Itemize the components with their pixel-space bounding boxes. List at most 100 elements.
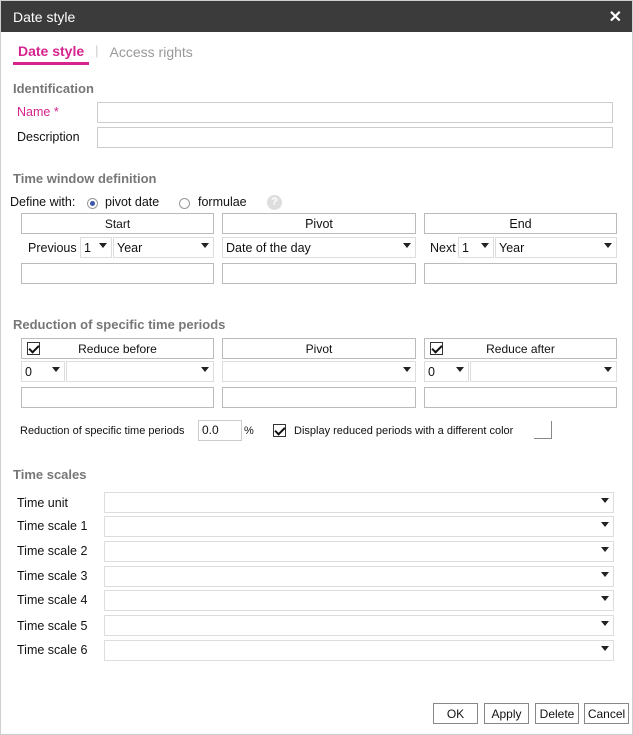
identification-heading: Identification — [13, 81, 94, 96]
pivot-select[interactable]: Date of the day — [222, 237, 416, 258]
time-scale-2-label: Time scale 2 — [17, 544, 88, 558]
before-count-select[interactable]: 0 — [21, 361, 65, 382]
reduce-after-header: Reduce after — [424, 338, 617, 359]
pivot-date-label: pivot date — [105, 195, 160, 209]
time-scale-3-label: Time scale 3 — [17, 569, 88, 583]
time-scale-6-select[interactable] — [104, 640, 614, 661]
reduce-before-formula-input[interactable] — [21, 387, 214, 408]
chevron-down-icon — [456, 367, 464, 372]
time-scale-2-select[interactable] — [104, 541, 614, 562]
description-label: Description — [17, 130, 80, 144]
reduction-heading: Reduction of specific time periods — [13, 317, 226, 332]
reduction-pivot-formula-input[interactable] — [222, 387, 416, 408]
chevron-down-icon — [601, 498, 609, 503]
reduction-pivot-header: Pivot — [222, 338, 416, 359]
chevron-down-icon — [52, 367, 60, 372]
color-picker[interactable] — [534, 421, 552, 439]
radio-formulae[interactable] — [179, 196, 190, 210]
time-unit-select[interactable] — [104, 492, 614, 513]
end-unit-value: Year — [499, 240, 525, 255]
name-label: Name * — [17, 105, 59, 119]
start-count-value: 1 — [84, 240, 91, 255]
after-count-value: 0 — [428, 364, 435, 379]
start-count-select[interactable]: 1 — [80, 237, 112, 258]
chevron-down-icon — [604, 243, 612, 248]
after-unit-select[interactable] — [470, 361, 617, 382]
chevron-down-icon — [601, 547, 609, 552]
date-style-dialog: Date style ✕ Date style | Access rights … — [0, 0, 633, 735]
chevron-down-icon — [403, 243, 411, 248]
before-count-value: 0 — [25, 364, 32, 379]
define-with-label: Define with: — [10, 195, 76, 209]
radio-icon[interactable] — [179, 198, 190, 210]
pivot-formula-input[interactable] — [222, 263, 416, 284]
after-count-select[interactable]: 0 — [424, 361, 469, 382]
start-unit-value: Year — [117, 240, 143, 255]
chevron-down-icon — [99, 243, 107, 248]
start-unit-select[interactable]: Year — [113, 237, 214, 258]
close-icon[interactable]: ✕ — [609, 7, 622, 27]
reduce-before-checkbox[interactable] — [27, 342, 40, 355]
chevron-down-icon — [403, 367, 411, 372]
radio-icon[interactable] — [87, 198, 98, 210]
display-reduced-checkbox[interactable] — [273, 424, 286, 437]
formulae-label: formulae — [198, 195, 247, 209]
end-count-select[interactable]: 1 — [458, 237, 494, 258]
tab-bar: Date style | Access rights — [1, 32, 632, 65]
tab-access-rights[interactable]: Access rights — [105, 44, 198, 65]
chevron-down-icon — [601, 646, 609, 651]
time-unit-label: Time unit — [17, 496, 68, 510]
reduce-before-header: Reduce before — [21, 338, 214, 359]
reduction-percent-label: Reduction of specific time periods — [20, 425, 185, 437]
start-prefix: Previous — [28, 241, 77, 255]
chevron-down-icon — [601, 621, 609, 626]
reduction-percent-input[interactable]: 0.0 — [198, 420, 242, 441]
reduction-pivot-select[interactable] — [222, 361, 416, 382]
chevron-down-icon — [601, 596, 609, 601]
tab-separator: | — [95, 43, 99, 58]
reduce-after-formula-input[interactable] — [424, 387, 617, 408]
title-bar: Date style ✕ — [1, 1, 632, 32]
radio-pivot-date[interactable] — [87, 196, 98, 210]
chevron-down-icon — [601, 572, 609, 577]
end-unit-select[interactable]: Year — [495, 237, 617, 258]
chevron-down-icon — [201, 367, 209, 372]
before-unit-select[interactable] — [66, 361, 214, 382]
chevron-down-icon — [201, 243, 209, 248]
time-scale-6-label: Time scale 6 — [17, 643, 88, 657]
description-input[interactable] — [97, 127, 613, 148]
delete-button[interactable]: Delete — [535, 703, 579, 724]
time-scale-1-label: Time scale 1 — [17, 519, 88, 533]
time-scale-3-select[interactable] — [104, 566, 614, 587]
pivot-value: Date of the day — [226, 240, 311, 255]
ok-button[interactable]: OK — [433, 703, 478, 724]
time-scale-5-label: Time scale 5 — [17, 619, 88, 633]
end-prefix: Next — [430, 241, 456, 255]
chevron-down-icon — [604, 367, 612, 372]
cancel-button[interactable]: Cancel — [584, 703, 629, 724]
display-reduced-label: Display reduced periods with a different… — [294, 425, 514, 437]
chevron-down-icon — [601, 522, 609, 527]
time-scale-4-select[interactable] — [104, 590, 614, 611]
time-window-heading: Time window definition — [13, 171, 157, 186]
end-formula-input[interactable] — [424, 263, 617, 284]
reduce-before-label: Reduce before — [78, 341, 157, 356]
start-formula-input[interactable] — [21, 263, 214, 284]
time-scale-4-label: Time scale 4 — [17, 593, 88, 607]
time-scale-5-select[interactable] — [104, 615, 614, 636]
end-header: End — [424, 213, 617, 234]
help-icon[interactable]: ? — [267, 195, 282, 211]
time-scale-1-select[interactable] — [104, 516, 614, 537]
name-input[interactable] — [97, 102, 613, 123]
pivot-header: Pivot — [222, 213, 416, 234]
chevron-down-icon — [481, 243, 489, 248]
tab-date-style[interactable]: Date style — [13, 43, 90, 65]
reduce-after-label: Reduce after — [486, 341, 555, 356]
end-count-value: 1 — [462, 240, 469, 255]
reduce-after-checkbox[interactable] — [430, 342, 443, 355]
start-header: Start — [21, 213, 214, 234]
percent-unit: % — [244, 425, 254, 437]
apply-button[interactable]: Apply — [484, 703, 529, 724]
window-title: Date style — [13, 8, 76, 25]
time-scales-heading: Time scales — [13, 467, 87, 482]
